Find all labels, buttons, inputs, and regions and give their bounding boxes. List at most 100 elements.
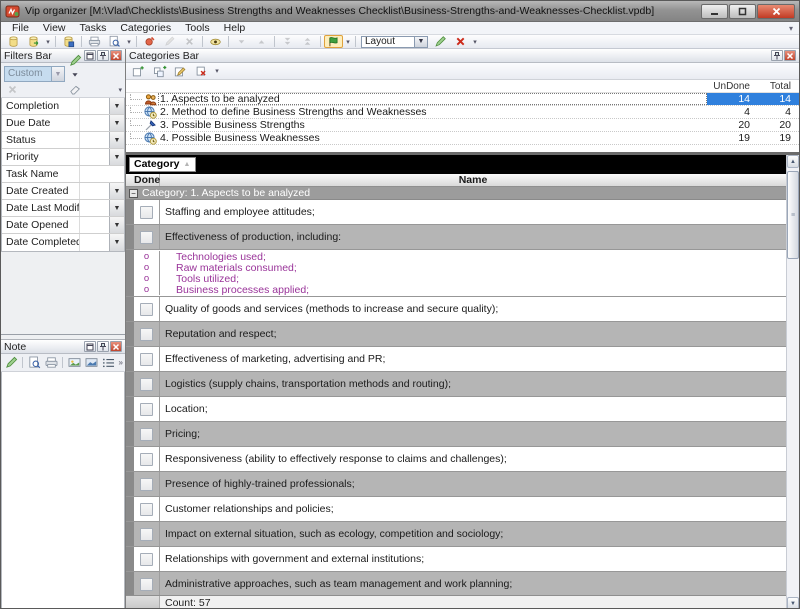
task-name[interactable]: Responsiveness (ability to effectively r… xyxy=(160,447,786,471)
task-checkbox[interactable] xyxy=(140,503,153,516)
close-button[interactable] xyxy=(757,4,795,19)
task-sublist-row[interactable]: oTechnologies used;oRaw materials consum… xyxy=(126,250,786,297)
filter-preset-combobox[interactable]: Custom ▼ xyxy=(4,66,65,82)
total-column-header[interactable]: Total xyxy=(755,81,799,92)
task-checkbox[interactable] xyxy=(140,453,153,466)
clear-filter-button[interactable] xyxy=(67,81,83,95)
task-row[interactable]: Quality of goods and services (methods t… xyxy=(126,297,786,322)
filter-dropdown[interactable] xyxy=(67,67,83,81)
show-notes-button[interactable] xyxy=(206,35,225,48)
apply-filter-button[interactable] xyxy=(67,53,83,67)
task-checkbox[interactable] xyxy=(140,378,153,391)
task-row[interactable]: Reputation and respect; xyxy=(126,322,786,347)
layout-mode-button[interactable] xyxy=(324,35,343,48)
chevron-down-icon[interactable]: ▼ xyxy=(109,200,124,216)
task-row[interactable]: Impact on external situation, such as ec… xyxy=(126,522,786,547)
task-row[interactable]: Logistics (supply chains, transportation… xyxy=(126,372,786,397)
insert-object-button[interactable] xyxy=(83,356,99,370)
customize-layout-button[interactable] xyxy=(431,35,450,48)
note-content[interactable] xyxy=(1,372,125,609)
open-database-button[interactable] xyxy=(24,35,43,48)
bullet-list-button[interactable] xyxy=(100,356,116,370)
task-row[interactable]: Pricing; xyxy=(126,422,786,447)
task-checkbox[interactable] xyxy=(140,303,153,316)
task-name[interactable]: Administrative approaches, such as team … xyxy=(160,572,786,595)
new-task-button[interactable] xyxy=(140,35,159,48)
chevron-down-icon[interactable]: ▼ xyxy=(109,183,124,199)
task-row[interactable]: Administrative approaches, such as team … xyxy=(126,572,786,595)
filter-value[interactable] xyxy=(80,200,109,216)
category-row[interactable]: 2. Method to define Business Strengths a… xyxy=(126,106,799,119)
task-row[interactable]: Location; xyxy=(126,397,786,422)
toolbar-overflow-icon[interactable]: ▾ xyxy=(471,38,479,46)
collapse-group-icon[interactable]: − xyxy=(129,189,138,198)
category-sort-button[interactable]: Category ▲ xyxy=(129,157,196,172)
layout-combobox[interactable]: Layout▼ xyxy=(361,36,428,48)
task-checkbox[interactable] xyxy=(140,578,153,591)
category-row[interactable]: 1. Aspects to be analyzed1414 xyxy=(126,93,799,106)
task-row[interactable]: Effectiveness of production, including: xyxy=(126,225,786,250)
task-checkbox[interactable] xyxy=(140,353,153,366)
print-button[interactable] xyxy=(85,35,104,48)
toolbar-overflow-icon[interactable]: ▾ xyxy=(125,38,133,46)
menu-item-categories[interactable]: Categories xyxy=(113,22,178,34)
category-row[interactable]: 4. Possible Business Weaknesses1919 xyxy=(126,132,799,145)
scrollbar-thumb[interactable]: ≡ xyxy=(787,171,799,259)
task-row[interactable]: Relationships with government and extern… xyxy=(126,547,786,572)
menu-item-help[interactable]: Help xyxy=(217,22,253,34)
task-row[interactable]: Responsiveness (ability to effectively r… xyxy=(126,447,786,472)
menu-item-tools[interactable]: Tools xyxy=(178,22,217,34)
task-row[interactable]: Customer relationships and policies; xyxy=(126,497,786,522)
category-label[interactable]: 1. Aspects to be analyzed xyxy=(158,93,707,105)
note-print-button[interactable] xyxy=(43,356,59,370)
task-name[interactable]: Effectiveness of marketing, advertising … xyxy=(160,347,786,371)
filters-toolbar-overflow-icon[interactable]: ▾ xyxy=(118,86,122,94)
filter-value[interactable] xyxy=(80,115,109,131)
task-checkbox[interactable] xyxy=(140,553,153,566)
filter-value[interactable] xyxy=(80,217,109,233)
scroll-down-icon[interactable]: ▼ xyxy=(787,597,799,609)
new-subcategory-button[interactable] xyxy=(150,65,169,78)
pin-panel-icon[interactable] xyxy=(97,341,109,352)
filter-value[interactable] xyxy=(80,98,109,114)
task-name[interactable]: Logistics (supply chains, transportation… xyxy=(160,372,786,396)
task-row[interactable]: Effectiveness of marketing, advertising … xyxy=(126,347,786,372)
task-name[interactable]: Quality of goods and services (methods t… xyxy=(160,297,786,321)
chevron-down-icon[interactable]: ▼ xyxy=(51,67,64,81)
menu-item-tasks[interactable]: Tasks xyxy=(73,22,114,34)
toolbar-overflow-icon[interactable]: ▾ xyxy=(344,38,352,46)
restore-panel-icon[interactable] xyxy=(84,50,96,61)
task-checkbox[interactable] xyxy=(140,206,153,219)
task-checkbox[interactable] xyxy=(140,403,153,416)
note-preview-button[interactable] xyxy=(26,356,42,370)
note-toolbar-overflow-icon[interactable]: » xyxy=(119,360,123,366)
chevron-down-icon[interactable]: ▼ xyxy=(109,115,124,131)
category-label[interactable]: 3. Possible Business Strengths xyxy=(158,119,707,131)
task-name[interactable]: Reputation and respect; xyxy=(160,322,786,346)
group-row[interactable]: − Category: 1. Aspects to be analyzed xyxy=(126,187,786,200)
pin-panel-icon[interactable] xyxy=(771,50,783,61)
filter-value[interactable] xyxy=(80,132,109,148)
chevron-down-icon[interactable]: ▼ xyxy=(109,234,124,251)
task-checkbox[interactable] xyxy=(140,231,153,244)
task-name[interactable]: Location; xyxy=(160,397,786,421)
maximize-button[interactable] xyxy=(729,4,756,19)
delete-layout-button[interactable] xyxy=(451,35,470,48)
chevron-down-icon[interactable]: ▼ xyxy=(414,37,427,47)
close-panel-icon[interactable] xyxy=(110,341,122,352)
task-row[interactable]: Presence of highly-trained professionals… xyxy=(126,472,786,497)
task-checkbox[interactable] xyxy=(140,478,153,491)
chevron-down-icon[interactable]: ▼ xyxy=(109,149,124,165)
task-checkbox[interactable] xyxy=(140,428,153,441)
toolbar-overflow-icon[interactable]: ▾ xyxy=(213,67,221,75)
task-checkbox[interactable] xyxy=(140,528,153,541)
print-preview-button[interactable] xyxy=(105,35,124,48)
chevron-down-icon[interactable]: ▼ xyxy=(109,132,124,148)
task-name[interactable]: Presence of highly-trained professionals… xyxy=(160,472,786,496)
task-name[interactable]: Pricing; xyxy=(160,422,786,446)
close-panel-icon[interactable] xyxy=(784,50,796,61)
undone-column-header[interactable]: UnDone xyxy=(707,81,755,92)
name-column-header[interactable]: Name xyxy=(160,174,786,186)
edit-note-button[interactable] xyxy=(3,356,19,370)
category-row[interactable]: 3. Possible Business Strengths2020 xyxy=(126,119,799,132)
